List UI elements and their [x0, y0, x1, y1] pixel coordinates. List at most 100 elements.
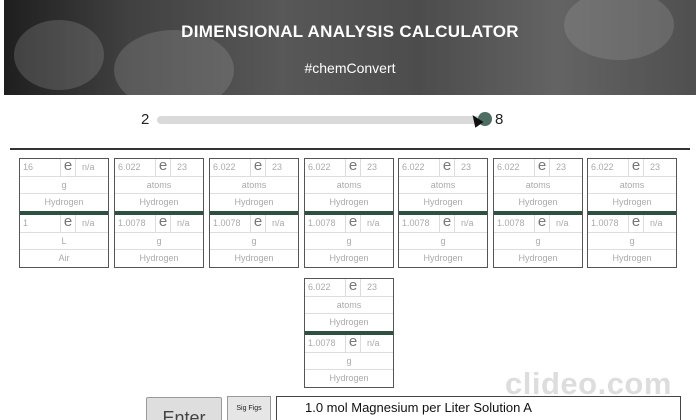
unit-input[interactable]: g — [210, 233, 298, 250]
substance-input[interactable]: Hydrogen — [115, 194, 203, 211]
exponent-input[interactable]: 23 — [360, 159, 394, 176]
exponent-symbol: e — [63, 213, 73, 230]
exponent-input[interactable]: n/a — [75, 159, 109, 176]
unit-input[interactable]: atoms — [210, 177, 298, 194]
exponent-symbol: e — [631, 157, 641, 174]
enter-button[interactable]: Enter — [146, 397, 222, 420]
unit-input[interactable]: g — [305, 353, 393, 370]
exponent-input[interactable]: 23 — [643, 159, 677, 176]
coefficient-input[interactable]: 6.022 — [210, 159, 251, 176]
substance-input[interactable]: Hydrogen — [20, 194, 108, 211]
coefficient-input[interactable]: 1 — [20, 215, 61, 232]
exponent-input[interactable]: n/a — [265, 215, 299, 232]
exponent-input[interactable]: n/a — [360, 335, 394, 352]
coefficient-input[interactable]: 1.0078 — [305, 335, 346, 352]
unit-input[interactable]: atoms — [115, 177, 203, 194]
denominator: 1.0078 e n/a g Hydrogen — [494, 213, 583, 267]
coefficient-input[interactable]: 6.022 — [494, 159, 535, 176]
exponent-symbol: e — [348, 333, 358, 350]
unit-input[interactable]: L — [20, 233, 108, 250]
conversion-factor-card: 6.022 e 23 atoms Hydrogen 1.0078 e n/a g Hydrogen — [587, 157, 677, 268]
exponent-input[interactable]: n/a — [454, 215, 488, 232]
coefficient-input[interactable]: 6.022 — [588, 159, 629, 176]
unit-input[interactable]: g — [305, 233, 393, 250]
unit-input[interactable]: g — [399, 233, 487, 250]
conversion-factor-card: 6.022 e 23 atoms Hydrogen 1.0078 e n/a g Hydrogen — [304, 157, 394, 268]
scientific-notation-row: 1.0078 e n/a — [210, 213, 299, 233]
denominator: 1.0078 e n/a g Hydrogen — [305, 333, 394, 387]
scientific-notation-row: 1 e n/a — [20, 213, 109, 233]
exponent-symbol: e — [253, 213, 263, 230]
coefficient-input[interactable]: 1.0078 — [588, 215, 629, 232]
slider-min-label: 2 — [141, 111, 150, 128]
exponent-symbol: e — [158, 157, 168, 174]
slider-track[interactable] — [157, 116, 487, 124]
fraction-bar — [588, 211, 676, 215]
exponent-input[interactable]: n/a — [549, 215, 583, 232]
exponent-input[interactable]: n/a — [75, 215, 109, 232]
substance-input[interactable]: Hydrogen — [588, 194, 676, 211]
scientific-notation-row: 1.0078 e n/a — [494, 213, 583, 233]
substance-input[interactable]: Hydrogen — [210, 250, 298, 267]
coefficient-input[interactable]: 16 — [20, 159, 61, 176]
unit-input[interactable]: g — [494, 233, 582, 250]
coefficient-input[interactable]: 6.022 — [115, 159, 156, 176]
page-subtitle: #chemConvert — [304, 60, 396, 76]
unit-input[interactable]: atoms — [494, 177, 582, 194]
exponent-input[interactable]: 23 — [170, 159, 204, 176]
unit-input[interactable]: atoms — [399, 177, 487, 194]
unit-input[interactable]: atoms — [305, 177, 393, 194]
unit-input[interactable]: g — [588, 233, 676, 250]
coefficient-input[interactable]: 1.0078 — [115, 215, 156, 232]
exponent-symbol: e — [442, 213, 452, 230]
page-title: DIMENSIONAL ANALYSIS CALCULATOR — [181, 22, 519, 41]
unit-input[interactable]: atoms — [305, 297, 393, 314]
unit-input[interactable]: atoms — [588, 177, 676, 194]
substance-input[interactable]: Air — [20, 250, 108, 267]
fraction-bar — [305, 211, 393, 215]
divider — [10, 148, 690, 150]
substance-input[interactable]: Hydrogen — [115, 250, 203, 267]
substance-input[interactable]: Hydrogen — [494, 194, 582, 211]
exponent-input[interactable]: n/a — [643, 215, 677, 232]
substance-input[interactable]: Hydrogen — [305, 370, 393, 387]
conversion-factor-card: 6.022 e 23 atoms Hydrogen 1.0078 e n/a g Hydrogen — [398, 157, 488, 268]
numerator: 16 e n/a g Hydrogen — [20, 157, 109, 211]
numerator: 6.022 e 23 atoms Hydrogen — [305, 157, 394, 211]
exponent-input[interactable]: 23 — [265, 159, 299, 176]
substance-input[interactable]: Hydrogen — [305, 194, 393, 211]
coefficient-input[interactable]: 6.022 — [305, 279, 346, 296]
scientific-notation-row: 6.022 e 23 — [210, 157, 299, 177]
substance-input[interactable]: Hydrogen — [588, 250, 676, 267]
coefficient-input[interactable]: 1.0078 — [399, 215, 440, 232]
coefficient-input[interactable]: 6.022 — [305, 159, 346, 176]
scientific-notation-row: 1.0078 e n/a — [399, 213, 488, 233]
numerator: 6.022 e 23 atoms Hydrogen — [588, 157, 677, 211]
substance-input[interactable]: Hydrogen — [305, 250, 393, 267]
scientific-notation-row: 16 e n/a — [20, 157, 109, 177]
coefficient-input[interactable]: 1.0078 — [210, 215, 251, 232]
denominator: 1.0078 e n/a g Hydrogen — [399, 213, 488, 267]
substance-input[interactable]: Hydrogen — [210, 194, 298, 211]
sig-figs-button[interactable]: Sig Figs — [227, 396, 271, 420]
exponent-input[interactable]: n/a — [170, 215, 204, 232]
exponent-input[interactable]: 23 — [549, 159, 583, 176]
coefficient-input[interactable]: 6.022 — [399, 159, 440, 176]
substance-input[interactable]: Hydrogen — [494, 250, 582, 267]
exponent-input[interactable]: n/a — [360, 215, 394, 232]
substance-input[interactable]: Hydrogen — [305, 314, 393, 331]
unit-input[interactable]: g — [20, 177, 108, 194]
numerator: 6.022 e 23 atoms Hydrogen — [305, 277, 394, 331]
scientific-notation-row: 6.022 e 23 — [588, 157, 677, 177]
denominator: 1.0078 e n/a g Hydrogen — [210, 213, 299, 267]
conversion-factor-card: 6.022 e 23 atoms Hydrogen 1.0078 e n/a g Hydrogen — [304, 277, 394, 388]
exponent-input[interactable]: 23 — [360, 279, 394, 296]
unit-input[interactable]: g — [115, 233, 203, 250]
exponent-symbol: e — [442, 157, 452, 174]
substance-input[interactable]: Hydrogen — [399, 250, 487, 267]
exponent-input[interactable]: 23 — [454, 159, 488, 176]
coefficient-input[interactable]: 1.0078 — [305, 215, 346, 232]
exponent-symbol: e — [63, 157, 73, 174]
substance-input[interactable]: Hydrogen — [399, 194, 487, 211]
coefficient-input[interactable]: 1.0078 — [494, 215, 535, 232]
